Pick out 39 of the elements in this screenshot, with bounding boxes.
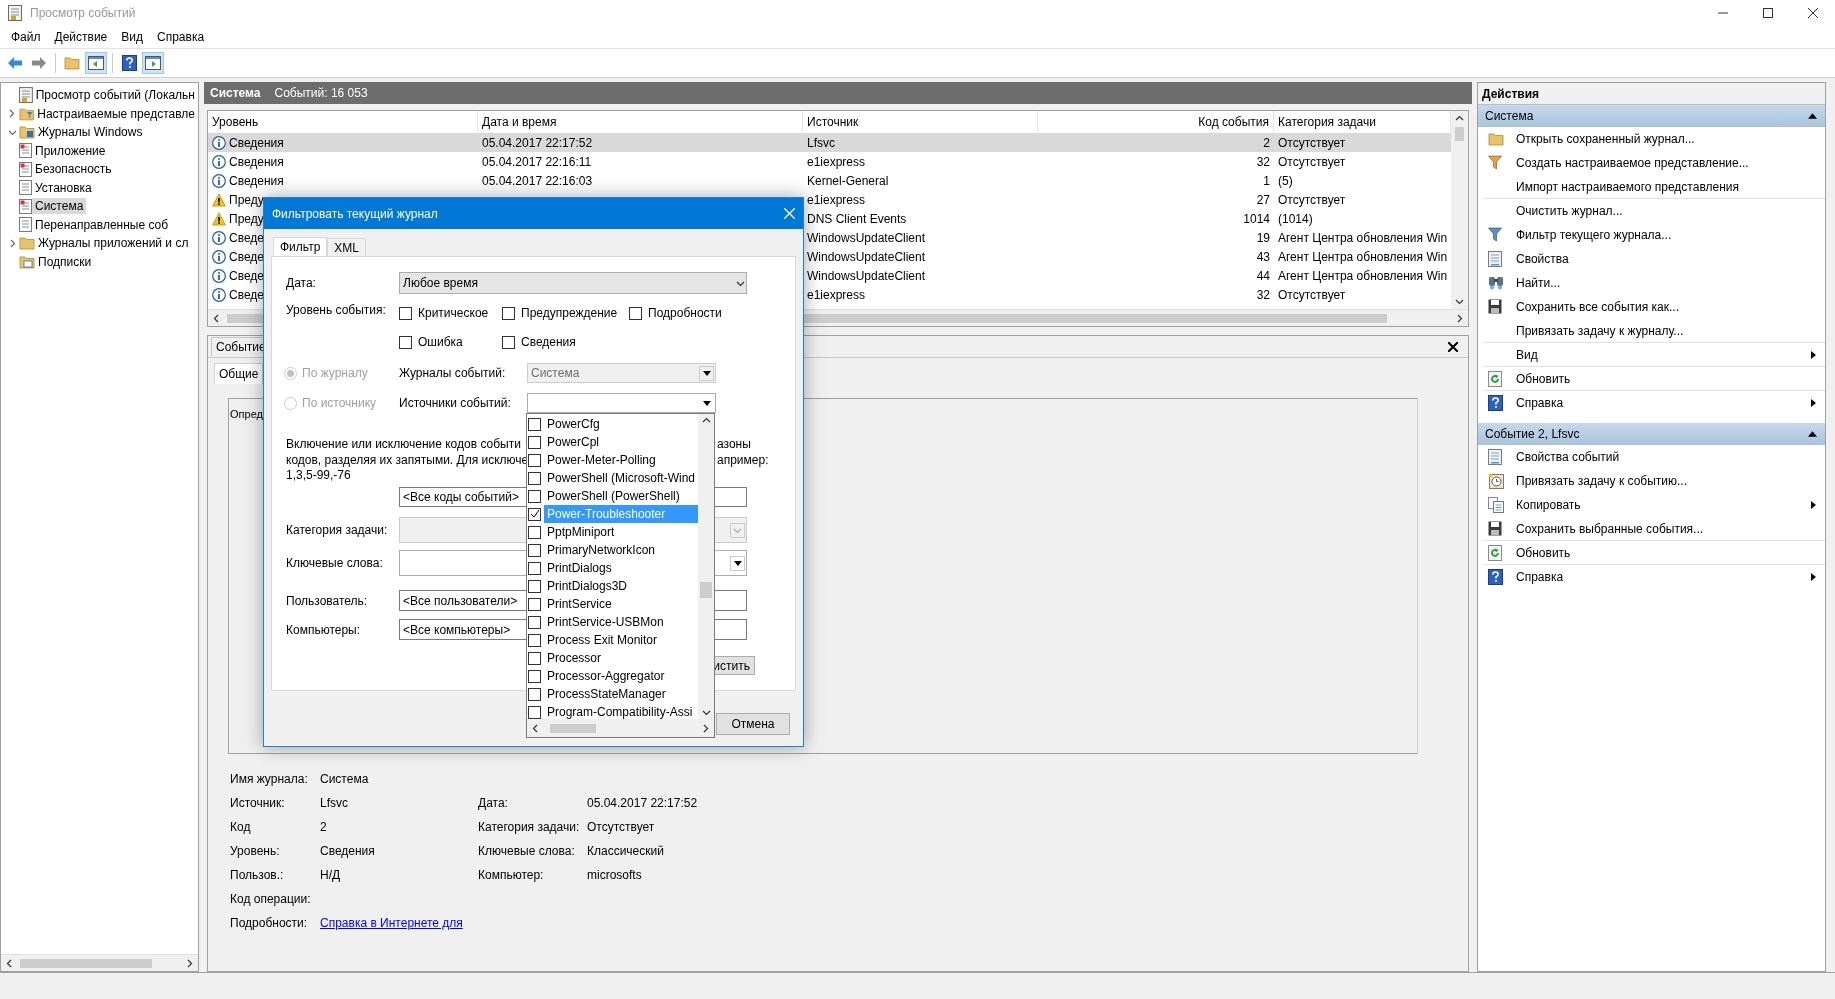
field-label: Пользователь: <box>286 593 369 608</box>
field-value: 2 <box>320 820 327 834</box>
field-value: Классический <box>587 844 664 858</box>
log-title: Система <box>210 86 261 100</box>
field-label: Категория задачи: <box>286 523 389 537</box>
field-value: 05.04.2017 22:17:52 <box>587 796 698 810</box>
field-value: Сведения <box>320 844 375 858</box>
field-label: Уровень события: <box>286 303 387 317</box>
field-label: Категория задачи: <box>478 820 580 834</box>
field-label: Компьютеры: <box>286 622 362 637</box>
field-value: microsofts <box>587 868 642 882</box>
description-text: апример: <box>717 452 769 469</box>
field-label: Подробности: <box>230 916 308 930</box>
field-label: Ключевые слова: <box>286 556 384 570</box>
description-text: Включение или исключение кодов событи <box>286 437 521 453</box>
field-label: Источники событий: <box>399 396 512 410</box>
field-value: Н/Д <box>320 868 341 882</box>
field-label: Журналы событий: <box>399 366 507 380</box>
field-label: Ключевые слова: <box>478 844 575 858</box>
description-text: Опред <box>230 408 263 420</box>
field-label: Компьютер: <box>478 868 544 882</box>
field-label: Код <box>230 820 251 834</box>
field-label: Имя журнала: <box>230 772 308 786</box>
event-count: Событий: 16 053 <box>274 86 368 100</box>
field-value: Система <box>320 772 369 786</box>
field-label: Дата: <box>478 796 508 810</box>
field-label: Дата: <box>286 276 317 290</box>
field-value: Отсутствует <box>587 820 655 834</box>
field-value: Lfsvc <box>320 796 348 810</box>
field-label: Код операции: <box>230 892 311 906</box>
field-label: Уровень: <box>230 844 280 858</box>
description-text: азоны <box>717 437 751 453</box>
description-text: кодов, разделяя их запятыми. Для исключе <box>286 452 529 469</box>
dialog-title: Фильтровать текущий журнал <box>272 206 438 221</box>
field-label: Источник: <box>230 796 285 810</box>
actions-title: Действия <box>1478 83 1825 105</box>
field-label: Пользов.: <box>230 868 284 882</box>
window-title: Просмотр событий <box>30 6 136 20</box>
description-text: 1,3,5-99,-76 <box>286 468 351 484</box>
